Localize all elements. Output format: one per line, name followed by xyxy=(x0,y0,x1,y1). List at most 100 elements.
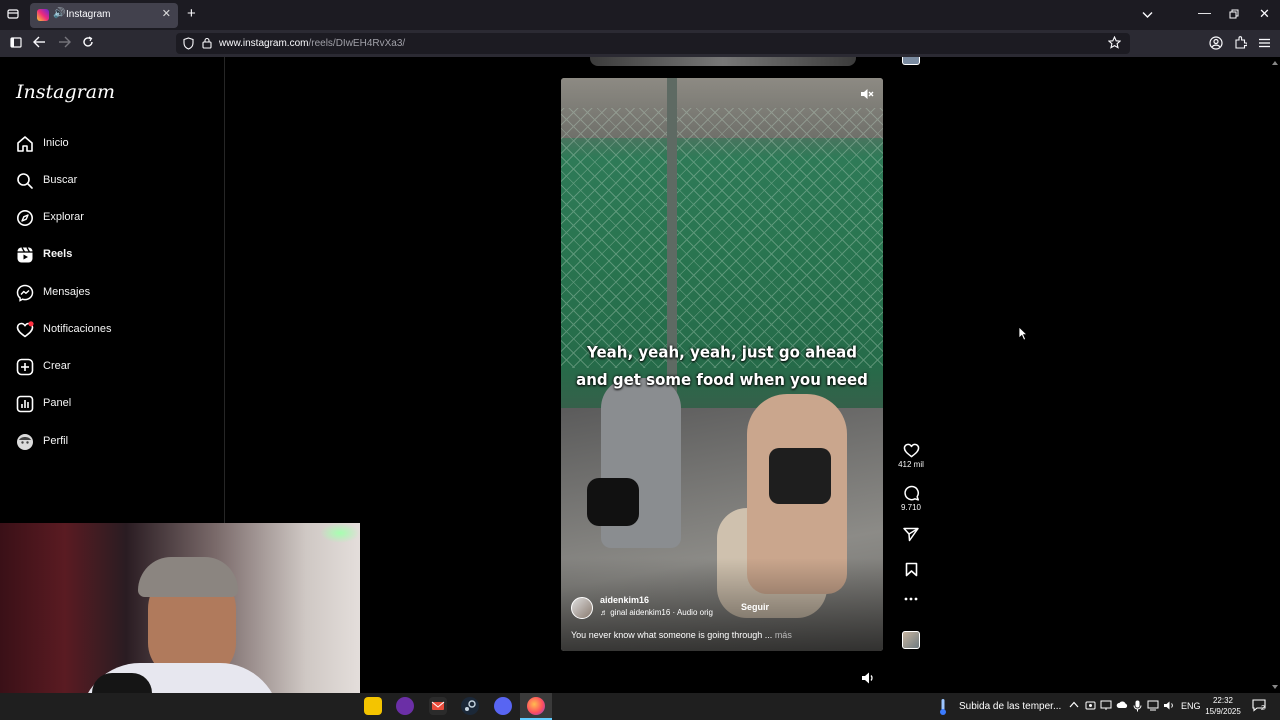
reload-icon[interactable] xyxy=(82,36,94,51)
browser-nav-bar: www.instagram.com/reels/DIwEH4RvXa3/ xyxy=(0,30,1280,57)
mail-icon[interactable] xyxy=(429,697,447,715)
firefox-icon xyxy=(527,697,545,715)
comment-bubble-icon xyxy=(903,485,919,501)
speaker-muted-icon[interactable] xyxy=(860,88,874,100)
notification-count: 2 xyxy=(1261,705,1265,712)
mouse-cursor-icon xyxy=(1018,326,1028,341)
steam-icon[interactable] xyxy=(461,697,479,715)
account-icon[interactable] xyxy=(1209,36,1223,53)
share-button[interactable] xyxy=(898,527,924,542)
previous-audio-thumbnail[interactable] xyxy=(902,57,920,65)
heart-icon xyxy=(903,443,919,458)
clock-date: 15/9/2025 xyxy=(1205,707,1241,716)
extensions-icon[interactable] xyxy=(1234,36,1248,52)
audio-info[interactable]: ♬ ginal aidenkim16 · Audio orig xyxy=(600,608,713,617)
sidebar-item-label: Mensajes xyxy=(43,286,91,298)
sticky-notes-icon[interactable] xyxy=(364,697,382,715)
music-note-icon: ♬ xyxy=(600,608,611,617)
page-scrollbar[interactable] xyxy=(1270,57,1280,693)
restore-window-icon[interactable] xyxy=(1229,8,1239,22)
webcam-overlay xyxy=(0,523,360,715)
tray-volume-icon[interactable] xyxy=(1163,700,1175,714)
tray-chevron-up-icon[interactable] xyxy=(1069,700,1079,711)
sidebar-item-notificaciones[interactable]: Notificaciones xyxy=(16,318,216,342)
instagram-logo[interactable]: Instagram xyxy=(16,81,115,103)
speaker-icon[interactable] xyxy=(860,670,876,686)
weather-widget[interactable]: Subida de las temper... xyxy=(959,701,1061,712)
taskbar-clock[interactable]: 22:32 15/9/2025 xyxy=(1203,695,1243,717)
author-username[interactable]: aidenkim16 xyxy=(600,595,649,605)
menu-hamburger-icon[interactable] xyxy=(1259,37,1270,51)
video-fence xyxy=(561,108,883,368)
forward-arrow-icon[interactable] xyxy=(58,36,71,51)
tab-audio-icon[interactable]: 🔊 xyxy=(53,8,65,19)
language-indicator[interactable]: ENG xyxy=(1181,701,1201,711)
avatar-icon xyxy=(17,434,33,450)
tray-network-icon[interactable] xyxy=(1147,700,1159,714)
sidebar-item-label: Explorar xyxy=(43,211,84,223)
clock-time: 22:32 xyxy=(1212,696,1234,705)
tray-cloud-icon[interactable] xyxy=(1116,700,1128,713)
sidebar-item-panel[interactable]: Panel xyxy=(16,392,216,416)
search-icon xyxy=(17,173,33,189)
browser-tab-instagram[interactable]: 🔊 Instagram ✕ xyxy=(30,3,178,28)
list-tabs-chevron-down-icon[interactable] xyxy=(1142,8,1153,22)
sidebar-item-inicio[interactable]: Inicio xyxy=(16,132,216,156)
messenger-icon xyxy=(16,284,34,302)
audio-thumbnail[interactable] xyxy=(902,631,920,649)
video-bag xyxy=(587,478,639,526)
lock-icon[interactable] xyxy=(202,37,212,52)
bookmark-icon xyxy=(905,562,917,577)
tray-camera-icon[interactable] xyxy=(1085,700,1096,714)
ellipsis-icon xyxy=(904,597,918,601)
back-arrow-icon[interactable] xyxy=(33,36,46,51)
sidebar-item-label: Crear xyxy=(43,360,71,372)
sidebar-item-label: Buscar xyxy=(43,174,78,186)
like-count: 412 mil xyxy=(898,460,924,469)
plus-square-icon xyxy=(16,358,34,376)
bookmark-star-icon[interactable] xyxy=(1107,35,1122,52)
heart-icon xyxy=(16,321,34,338)
streamer-cap xyxy=(138,557,238,597)
app-purple-icon[interactable] xyxy=(396,697,414,715)
taskbar-firefox-active[interactable] xyxy=(520,693,552,720)
url-text[interactable]: www.instagram.com/reels/DIwEH4RvXa3/ xyxy=(219,38,405,49)
audio-label: ginal aidenkim16 · Audio orig xyxy=(610,608,713,617)
browser-tab-strip: 🔊 Instagram ✕ + — ✕ xyxy=(0,0,1280,30)
comment-button[interactable]: 9.710 xyxy=(898,485,924,512)
tray-microphone-icon[interactable] xyxy=(1133,700,1142,715)
shield-icon[interactable] xyxy=(183,37,194,53)
paper-plane-icon xyxy=(903,527,919,542)
sidebar-item-label: Perfil xyxy=(43,435,69,447)
close-window-icon[interactable]: ✕ xyxy=(1259,7,1270,21)
sidebar-item-reels[interactable]: Reels xyxy=(16,243,216,267)
subtitle-line-2: and get some food when you need xyxy=(576,370,868,390)
sidebar-item-explorar[interactable]: Explorar xyxy=(16,206,216,230)
notification-center-icon[interactable]: 2 xyxy=(1252,698,1266,715)
address-bar[interactable]: www.instagram.com/reels/DIwEH4RvXa3/ xyxy=(176,33,1130,54)
more-link[interactable]: más xyxy=(775,630,792,640)
reel-video[interactable]: Yeah, yeah, yeah, just go ahead and get … xyxy=(561,78,883,651)
save-button[interactable] xyxy=(898,562,924,577)
sidebar-item-perfil[interactable]: Perfil xyxy=(16,430,216,454)
close-tab-icon[interactable]: ✕ xyxy=(162,7,171,20)
sidebar-item-label: Notificaciones xyxy=(43,323,112,335)
sidebar-toggle-icon[interactable] xyxy=(10,37,22,51)
reels-icon xyxy=(17,247,33,263)
sidebar-item-mensajes[interactable]: Mensajes xyxy=(16,281,216,305)
tab-overview-icon[interactable] xyxy=(7,8,19,23)
sidebar-item-crear[interactable]: Crear xyxy=(16,355,216,379)
tray-display-icon[interactable] xyxy=(1100,700,1112,714)
comment-count: 9.710 xyxy=(900,503,922,512)
sidebar-item-label: Reels xyxy=(43,248,73,260)
sidebar-item-buscar[interactable]: Buscar xyxy=(16,169,216,193)
follow-button[interactable]: Seguir xyxy=(741,602,769,612)
minimize-window-icon[interactable]: — xyxy=(1198,6,1211,20)
chart-icon xyxy=(16,395,34,413)
more-options-button[interactable] xyxy=(898,597,924,601)
like-button[interactable]: 412 mil xyxy=(898,442,924,469)
discord-icon[interactable] xyxy=(494,697,512,715)
new-tab-icon[interactable]: + xyxy=(187,6,196,21)
author-avatar[interactable] xyxy=(571,597,593,619)
previous-reel-edge[interactable] xyxy=(590,57,856,66)
